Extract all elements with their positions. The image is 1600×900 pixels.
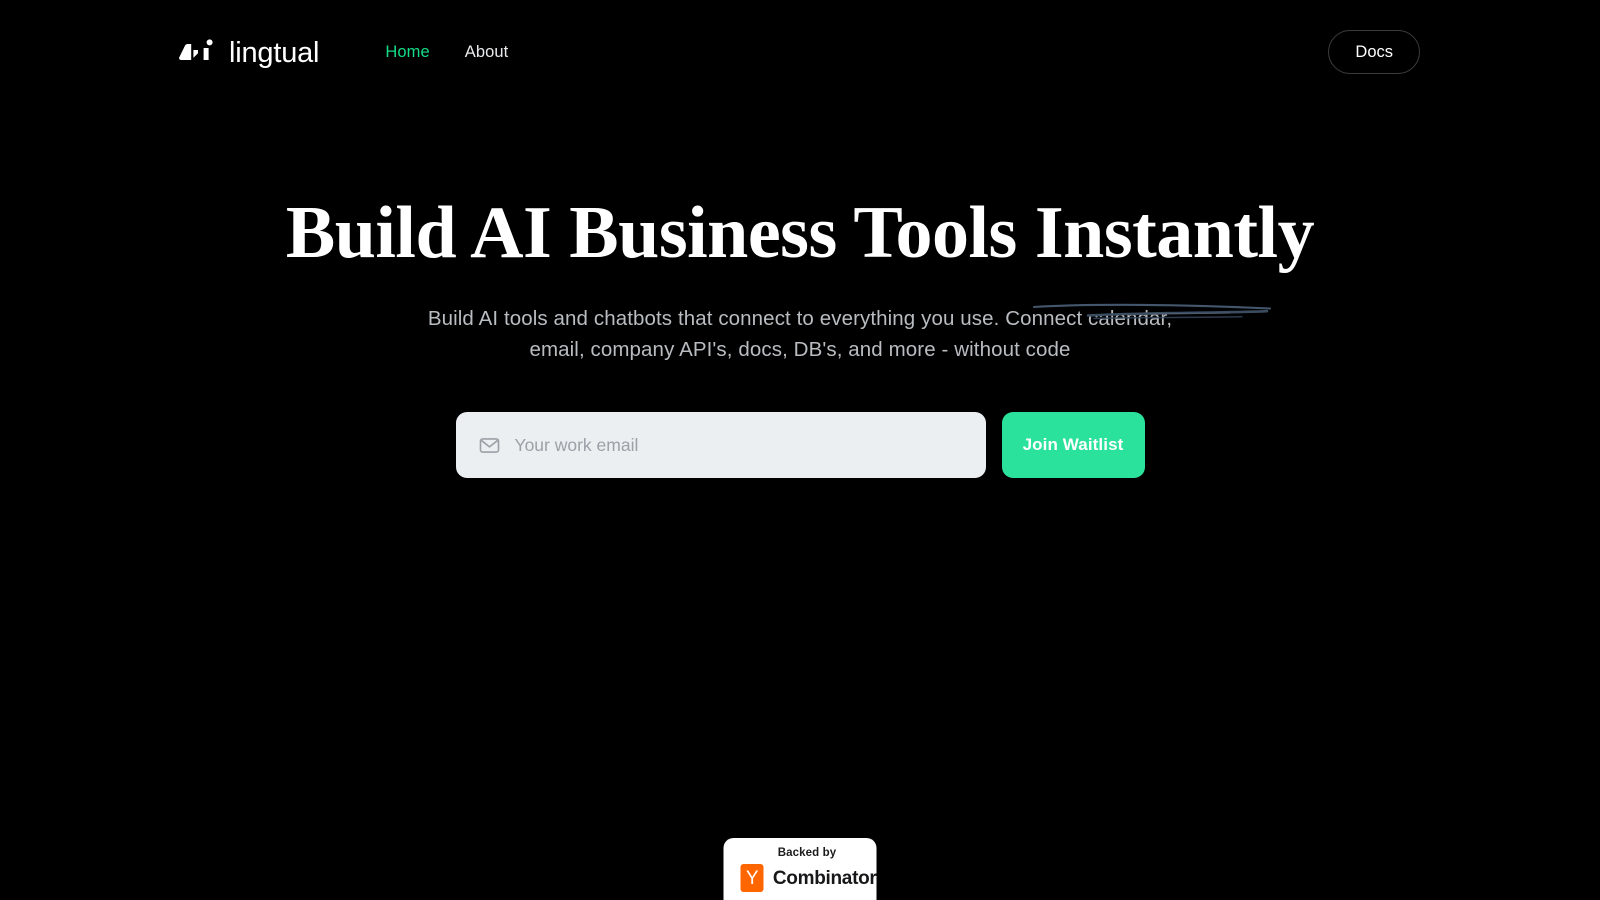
join-waitlist-button[interactable]: Join Waitlist <box>1001 412 1145 478</box>
y-combinator-icon: Y <box>740 864 764 892</box>
subtitle-line-2: email, company API's, docs, DB's, and mo… <box>529 338 1071 361</box>
yc-logo-row: Y Combinator <box>724 864 877 892</box>
waitlist-signup-form: Join Waitlist <box>455 412 1145 478</box>
backed-by-yc-badge[interactable]: Backed by Y Combinator <box>723 838 877 900</box>
hero-subtitle: Build AI tools and chatbots that connect… <box>405 303 1195 365</box>
headline-prefix: Build AI Business Tools <box>285 192 1035 274</box>
email-field-wrapper[interactable] <box>455 412 986 478</box>
email-input[interactable] <box>514 412 966 478</box>
envelope-icon <box>478 434 501 457</box>
headline-wrapper: Build AI Business Tools Instantly <box>0 196 1600 320</box>
yc-name-label: Combinator <box>772 867 877 889</box>
subtitle-line-1: Build AI tools and chatbots that connect… <box>427 307 1173 330</box>
headline-accent-word: Instantly <box>1032 196 1315 320</box>
yc-backed-by-label: Backed by <box>777 847 837 859</box>
page-title: Build AI Business Tools Instantly <box>286 196 1315 320</box>
headline-accent-text: Instantly <box>1034 192 1315 274</box>
hero-section: Build AI Business Tools Instantly Build … <box>0 0 1600 478</box>
landing-page: lingtual Home About Docs Build AI Busine… <box>0 0 1600 900</box>
